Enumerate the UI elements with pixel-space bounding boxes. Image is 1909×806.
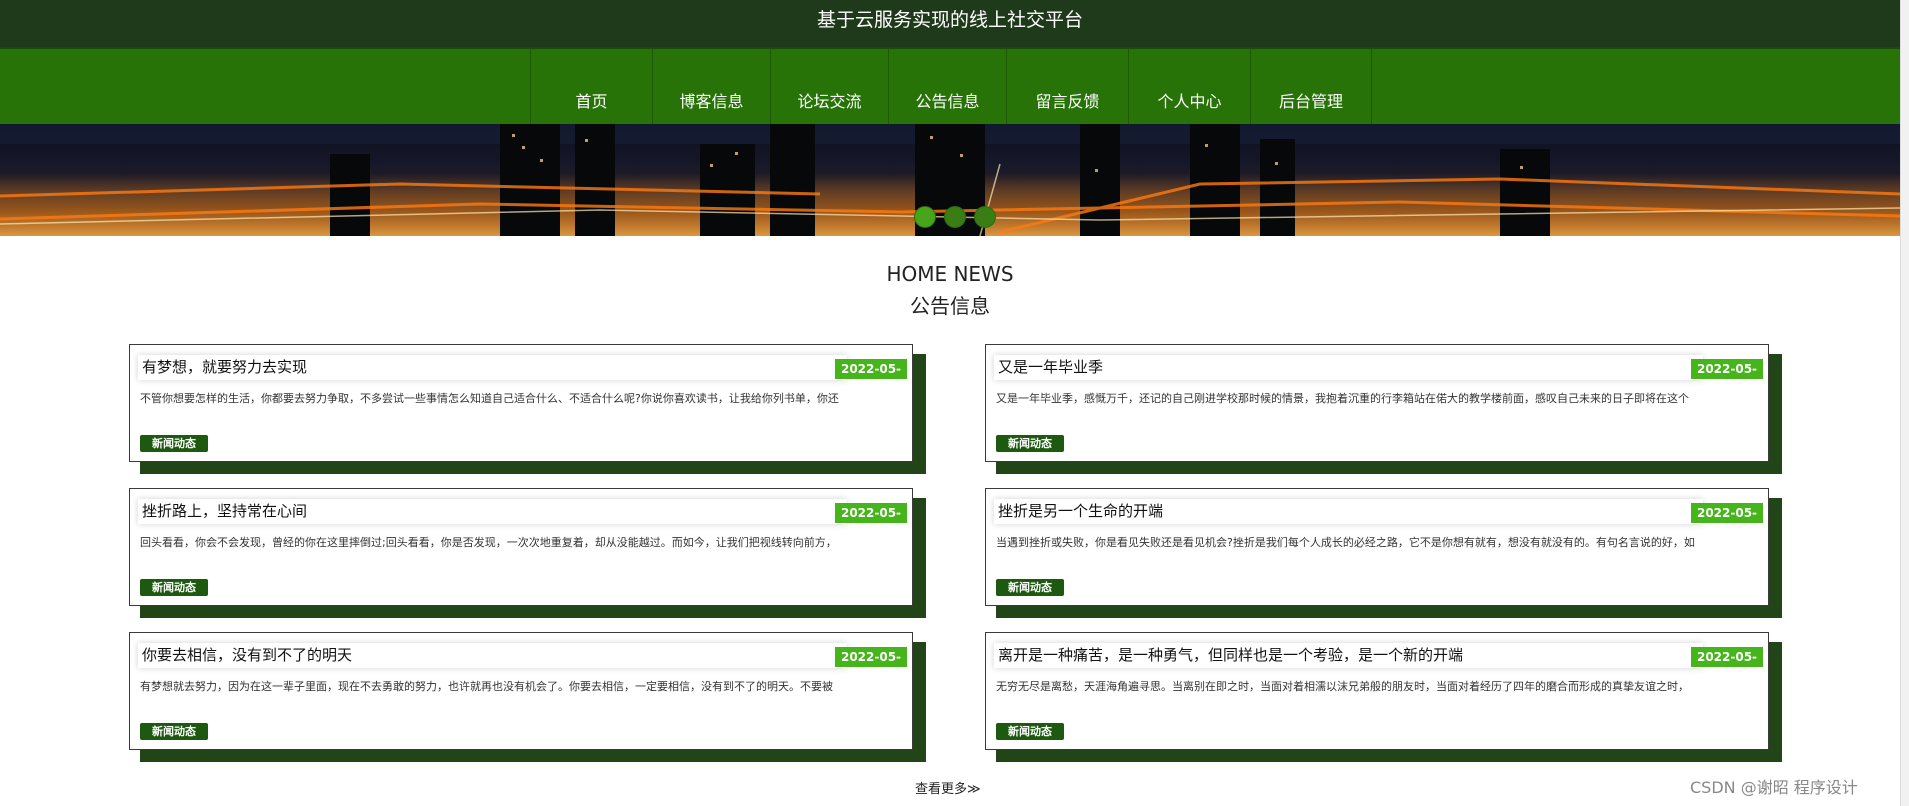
nav-item-forum[interactable]: 论坛交流: [770, 49, 888, 124]
news-summary: 有梦想就去努力，因为在这一辈子里面，现在不去勇敢的努力，也许就再也没有机会了。你…: [140, 680, 833, 693]
page-scrollbar[interactable]: [1900, 0, 1909, 806]
hero-banner: [0, 124, 1900, 236]
news-title[interactable]: 又是一年毕业季: [994, 355, 1703, 380]
nav-item-notice[interactable]: 公告信息: [888, 49, 1006, 124]
news-card[interactable]: 有梦想，就要努力去实现 2022-05-02 不管你想要怎样的生活，你都要去努力…: [129, 344, 913, 462]
nav-item-home[interactable]: 首页: [530, 49, 652, 124]
news-date: 2022-05-02: [1691, 647, 1763, 684]
news-date: 2022-05-02: [835, 503, 907, 540]
news-card[interactable]: 你要去相信，没有到不了的明天 2022-05-02 有梦想就去努力，因为在这一辈…: [129, 632, 913, 750]
news-card[interactable]: 离开是一种痛苦，是一种勇气，但同样也是一个考验，是一个新的开端 2022-05-…: [985, 632, 1769, 750]
news-card[interactable]: 挫折路上，坚持常在心间 2022-05-02 回头看看，你会不会发现，曾经的你在…: [129, 488, 913, 606]
news-title[interactable]: 有梦想，就要努力去实现: [138, 355, 847, 380]
section-heading-cn: 公告信息: [910, 294, 990, 318]
nav-item-profile[interactable]: 个人中心: [1128, 49, 1250, 124]
news-summary: 又是一年毕业季，感慨万千，还记的自己刚进学校那时候的情景，我抱着沉重的行李箱站在…: [996, 392, 1689, 405]
news-category-tag: 新闻动态: [140, 579, 208, 596]
news-title[interactable]: 你要去相信，没有到不了的明天: [138, 643, 847, 668]
carousel-dot[interactable]: [974, 206, 996, 228]
view-more-link[interactable]: 查看更多≫: [915, 778, 981, 797]
news-title[interactable]: 离开是一种痛苦，是一种勇气，但同样也是一个考验，是一个新的开端: [994, 643, 1703, 668]
news-category-tag: 新闻动态: [996, 579, 1064, 596]
news-date: 2022-05-02: [1691, 503, 1763, 540]
news-category-tag: 新闻动态: [996, 723, 1064, 740]
csdn-watermark: CSDN @谢昭 程序设计: [1690, 778, 1858, 797]
carousel-dot[interactable]: [944, 206, 966, 228]
carousel-indicators: [914, 206, 996, 228]
news-card[interactable]: 挫折是另一个生命的开端 2022-05-02 当遇到挫折或失败，你是看见失败还是…: [985, 488, 1769, 606]
nav-item-blog[interactable]: 博客信息: [652, 49, 770, 124]
news-summary: 不管你想要怎样的生活，你都要去努力争取，不多尝试一些事情怎么知道自己适合什么、不…: [140, 392, 839, 405]
site-title: 基于云服务实现的线上社交平台: [816, 9, 1083, 31]
news-category-tag: 新闻动态: [996, 435, 1064, 452]
news-category-tag: 新闻动态: [140, 435, 208, 452]
news-title[interactable]: 挫折是另一个生命的开端: [994, 499, 1703, 524]
news-card[interactable]: 又是一年毕业季 2022-05-02 又是一年毕业季，感慨万千，还记的自己刚进学…: [985, 344, 1769, 462]
news-date: 2022-05-02: [835, 647, 907, 684]
nav-item-admin[interactable]: 后台管理: [1250, 49, 1372, 124]
news-date: 2022-05-02: [1691, 359, 1763, 396]
section-heading-en: HOME NEWS: [886, 262, 1014, 286]
news-date: 2022-05-02: [835, 359, 907, 396]
site-header: 基于云服务实现的线上社交平台: [0, 0, 1900, 47]
main-nav: 首页 博客信息 论坛交流 公告信息 留言反馈 个人中心 后台管理: [0, 47, 1900, 124]
news-summary: 无穷无尽是离愁，天涯海角遍寻思。当离别在即之时，当面对着相濡以沫兄弟般的朋友时，…: [996, 680, 1689, 693]
news-summary: 回头看看，你会不会发现，曾经的你在这里摔倒过;回头看看，你是否发现，一次次地重复…: [140, 536, 837, 549]
nav-item-feedback[interactable]: 留言反馈: [1006, 49, 1128, 124]
news-summary: 当遇到挫折或失败，你是看见失败还是看见机会?挫折是我们每个人成长的必经之路，它不…: [996, 536, 1695, 549]
carousel-dot[interactable]: [914, 206, 936, 228]
news-category-tag: 新闻动态: [140, 723, 208, 740]
news-title[interactable]: 挫折路上，坚持常在心间: [138, 499, 847, 524]
